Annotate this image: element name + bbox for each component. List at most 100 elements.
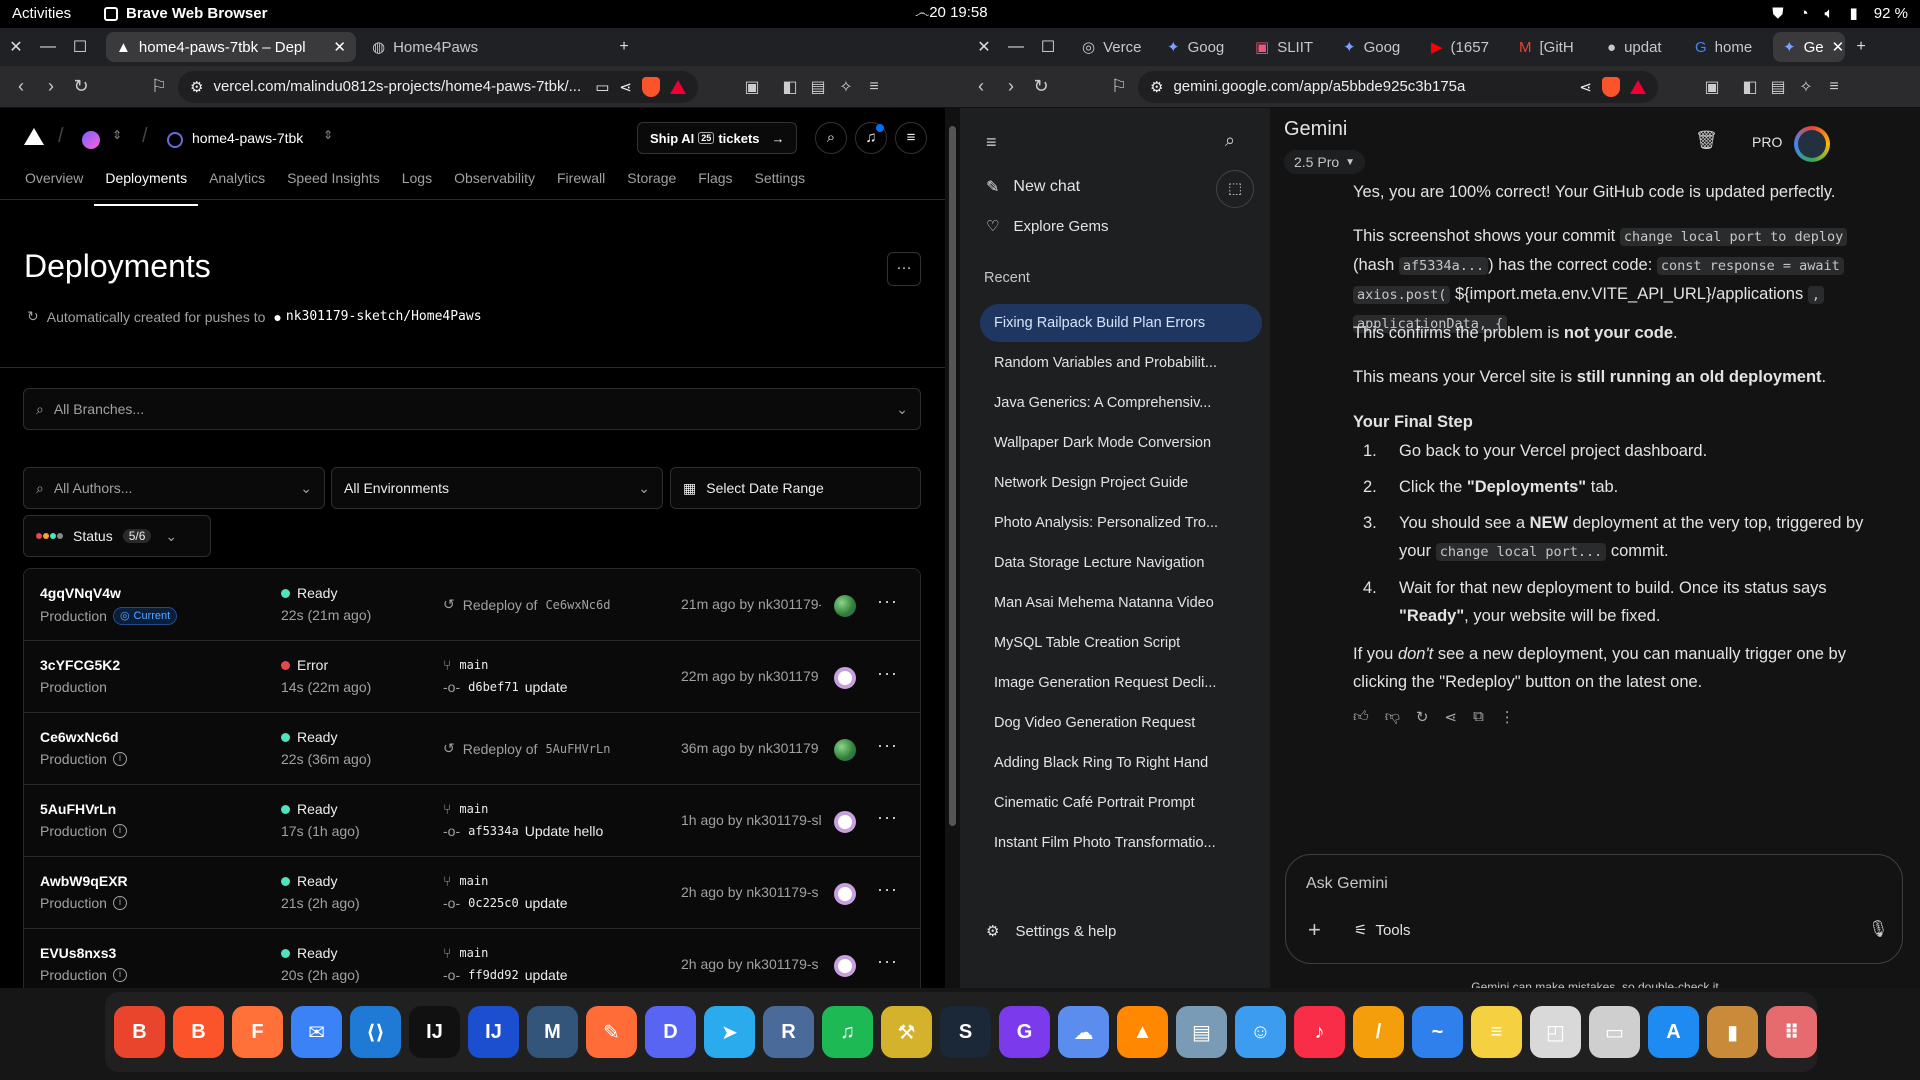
- forward-icon[interactable]: ›: [996, 76, 1026, 97]
- app-grid-icon[interactable]: ⠿: [1766, 1006, 1817, 1058]
- redeploy-ref[interactable]: 5AuFHVrLn: [545, 742, 610, 756]
- delete-icon[interactable]: 🗑︎: [1695, 130, 1718, 151]
- deployment-row[interactable]: 3cYFCG5K2 Production Error 14s (22m ago)…: [24, 641, 920, 713]
- recent-chat-item[interactable]: Network Design Project Guide: [980, 464, 1262, 502]
- account-avatar[interactable]: [1794, 126, 1830, 162]
- discord-icon[interactable]: D: [645, 1006, 696, 1058]
- recent-chat-item[interactable]: Image Generation Request Decli...: [980, 664, 1262, 702]
- r-icon[interactable]: R: [763, 1006, 814, 1058]
- hamburger-menu-icon[interactable]: ≡: [986, 132, 997, 153]
- nav-overview[interactable]: Overview: [14, 163, 94, 199]
- recent-chat-item[interactable]: Data Storage Lecture Navigation: [980, 544, 1262, 582]
- tab-vercel[interactable]: ◎ Verce: [1072, 32, 1157, 62]
- nav-logs[interactable]: Logs: [391, 163, 443, 199]
- brave-shields-icon[interactable]: [1602, 76, 1620, 97]
- recent-chat-item[interactable]: Java Generics: A Comprehensiv...: [980, 384, 1262, 422]
- commit-hash[interactable]: af5334a: [468, 824, 519, 838]
- tab-youtube[interactable]: ▶ (1657: [1421, 32, 1509, 62]
- tab-github[interactable]: ● updat: [1597, 32, 1685, 62]
- environment-filter[interactable]: All Environments ⌄: [331, 467, 663, 509]
- recent-chat-item[interactable]: Cinematic Café Portrait Prompt: [980, 784, 1262, 822]
- cloud-icon[interactable]: ☁: [1058, 1006, 1109, 1058]
- redeploy-ref[interactable]: Ce6wxNc6d: [545, 598, 610, 612]
- recent-chat-item[interactable]: Random Variables and Probabilit...: [980, 344, 1262, 382]
- deployment-id[interactable]: EVUs8nxs3: [40, 945, 116, 961]
- back-icon[interactable]: ‹: [6, 76, 36, 97]
- deployment-row[interactable]: 5AuFHVrLn Production i Ready 17s (1h ago)…: [24, 785, 920, 857]
- nav-firewall[interactable]: Firewall: [546, 163, 616, 199]
- branch-name[interactable]: main: [459, 802, 488, 816]
- tab-google-2[interactable]: ✦ Goog: [1333, 32, 1421, 62]
- project-name[interactable]: home4-paws-7tbk: [192, 130, 303, 146]
- nav-speed-insights[interactable]: Speed Insights: [276, 163, 391, 199]
- nav-deployments[interactable]: Deployments: [94, 163, 198, 206]
- branch-name[interactable]: main: [459, 946, 488, 960]
- commit-hash[interactable]: ff9dd92: [468, 968, 519, 982]
- page-scrollbar[interactable]: [945, 108, 960, 988]
- mail-icon[interactable]: ✉: [291, 1006, 342, 1058]
- back-icon[interactable]: ‹: [966, 76, 996, 97]
- recent-chat-item[interactable]: Dog Video Generation Request: [980, 704, 1262, 742]
- ship-ai-tickets-button[interactable]: Ship AI 25 tickets →: [637, 122, 797, 154]
- team-switcher-chevron-icon[interactable]: ⇕: [112, 128, 122, 142]
- maximize-window-icon[interactable]: ☐: [1032, 37, 1064, 57]
- brave-shields-icon[interactable]: [642, 76, 660, 97]
- info-icon[interactable]: i: [112, 824, 127, 838]
- recent-chat-item[interactable]: Man Asai Mehema Natanna Video: [980, 584, 1262, 622]
- music-icon[interactable]: ♪: [1294, 1006, 1345, 1058]
- tab-home[interactable]: Ghome: [1685, 32, 1773, 62]
- thumbs-up-icon[interactable]: 👍︎: [1353, 708, 1369, 726]
- app-store-icon[interactable]: A: [1648, 1006, 1699, 1058]
- github-desktop-icon[interactable]: G: [999, 1006, 1050, 1058]
- team-avatar[interactable]: [82, 131, 100, 149]
- firefox-icon[interactable]: F: [232, 1006, 283, 1058]
- share-icon[interactable]: ⋖: [619, 78, 632, 96]
- nav-flags[interactable]: Flags: [687, 163, 743, 199]
- focused-app-menu[interactable]: Brave Web Browser: [104, 5, 267, 22]
- settings-help-button[interactable]: ⚙ Settings & help: [986, 922, 1116, 941]
- wallet-icon[interactable]: ▤: [1764, 77, 1792, 97]
- reload-icon[interactable]: ↻: [66, 76, 96, 97]
- url-field[interactable]: ⚙ gemini.google.com/app/a5bbde925c3b175a…: [1138, 70, 1658, 103]
- recent-chat-item[interactable]: Fixing Railpack Build Plan Errors: [980, 304, 1262, 342]
- deployment-id[interactable]: 5AuFHVrLn: [40, 801, 116, 817]
- intellij-ce-icon[interactable]: IJ: [468, 1006, 519, 1058]
- tab-google[interactable]: ✦ Goog: [1157, 32, 1245, 62]
- sidebar-toggle-icon[interactable]: ◧: [1736, 77, 1764, 97]
- row-more-options-button[interactable]: ···: [877, 951, 898, 972]
- minimize-window-icon[interactable]: —: [1000, 38, 1032, 56]
- tool-icon[interactable]: ⚒: [881, 1006, 932, 1058]
- finder-icon[interactable]: ☺: [1235, 1006, 1286, 1058]
- tab-gemini[interactable]: ✦ Ge ✕: [1773, 32, 1845, 62]
- vercel-logo-icon[interactable]: [24, 128, 44, 145]
- sidebar-toggle-icon[interactable]: ◧: [776, 77, 804, 97]
- leo-ai-icon[interactable]: ✧: [1792, 77, 1820, 97]
- commit-hash[interactable]: 0c225c0: [468, 896, 519, 910]
- reload-icon[interactable]: ↻: [1026, 76, 1056, 97]
- close-tab-icon[interactable]: ✕: [1832, 38, 1845, 56]
- deployment-id[interactable]: Ce6wxNc6d: [40, 729, 119, 745]
- wallet-icon[interactable]: ▤: [804, 77, 832, 97]
- info-icon[interactable]: i: [112, 752, 127, 766]
- tools-button[interactable]: ⚟ Tools: [1354, 921, 1410, 940]
- cast-icon[interactable]: ▭: [595, 78, 609, 96]
- date-range-filter[interactable]: ▦ Select Date Range: [670, 467, 921, 509]
- vlc-icon[interactable]: ▲: [1117, 1006, 1168, 1058]
- deployment-row[interactable]: Ce6wxNc6d Production i Ready 22s (36m ago…: [24, 713, 920, 785]
- scanner-icon[interactable]: ▤: [1176, 1006, 1227, 1058]
- minimize-window-icon[interactable]: —: [32, 38, 64, 56]
- preview-icon[interactable]: ◰: [1530, 1006, 1581, 1058]
- mysql-workbench-icon[interactable]: M: [527, 1006, 578, 1058]
- add-icon[interactable]: +: [1308, 917, 1321, 943]
- freeform-icon[interactable]: ~: [1412, 1006, 1463, 1058]
- brave-browser-dock-icon[interactable]: B: [114, 1006, 165, 1058]
- recent-chat-item[interactable]: MySQL Table Creation Script: [980, 624, 1262, 662]
- search-icon[interactable]: ⌕: [815, 122, 847, 154]
- copy-icon[interactable]: ⧉: [1473, 708, 1484, 726]
- row-more-options-button[interactable]: ···: [877, 735, 898, 756]
- notifications-bell-icon[interactable]: ♫: [855, 122, 887, 154]
- brave-rewards-icon[interactable]: [670, 79, 686, 94]
- clock[interactable]: ෴20 19:58: [915, 4, 988, 21]
- search-icon[interactable]: ⌕: [1225, 130, 1235, 151]
- tab-gmail[interactable]: M [GitH: [1509, 32, 1597, 62]
